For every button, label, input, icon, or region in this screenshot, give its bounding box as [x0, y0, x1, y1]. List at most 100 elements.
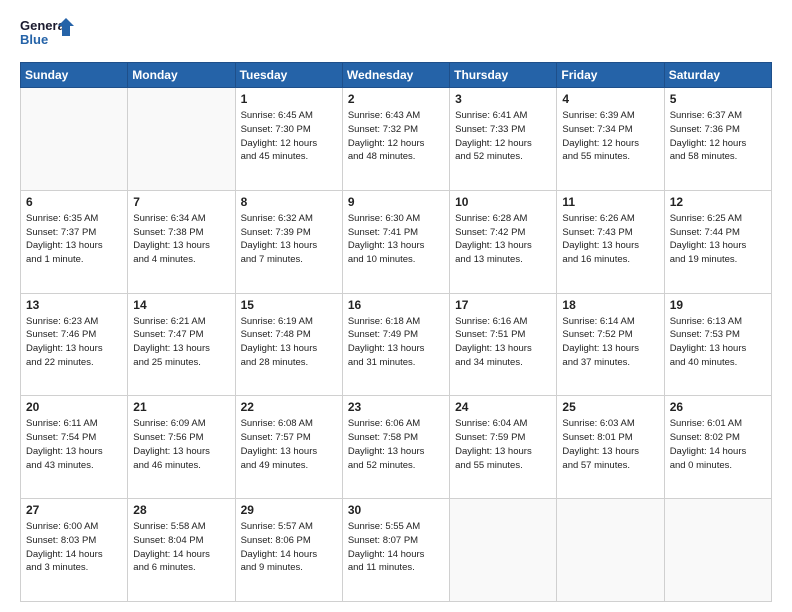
day-cell: 18 Sunrise: 6:14 AM Sunset: 7:52 PM Dayli…	[557, 293, 664, 396]
day-cell: 12 Sunrise: 6:25 AM Sunset: 7:44 PM Dayli…	[664, 190, 771, 293]
day-info: Sunrise: 6:37 AM Sunset: 7:36 PM Dayligh…	[670, 109, 766, 164]
day-cell	[128, 88, 235, 191]
day-info: Sunrise: 6:28 AM Sunset: 7:42 PM Dayligh…	[455, 212, 551, 267]
day-number: 12	[670, 195, 766, 209]
day-info: Sunrise: 6:13 AM Sunset: 7:53 PM Dayligh…	[670, 315, 766, 370]
day-number: 5	[670, 92, 766, 106]
day-cell: 30 Sunrise: 5:55 AM Sunset: 8:07 PM Dayli…	[342, 499, 449, 602]
col-header-tuesday: Tuesday	[235, 63, 342, 88]
day-info: Sunrise: 6:35 AM Sunset: 7:37 PM Dayligh…	[26, 212, 122, 267]
day-number: 20	[26, 400, 122, 414]
day-info: Sunrise: 6:18 AM Sunset: 7:49 PM Dayligh…	[348, 315, 444, 370]
day-number: 30	[348, 503, 444, 517]
day-cell: 3 Sunrise: 6:41 AM Sunset: 7:33 PM Daylig…	[450, 88, 557, 191]
day-cell: 2Sunrise: 6:43 AM Sunset: 7:32 PM Daylig…	[342, 88, 449, 191]
day-number: 29	[241, 503, 337, 517]
day-cell	[450, 499, 557, 602]
day-cell: 25 Sunrise: 6:03 AM Sunset: 8:01 PM Dayli…	[557, 396, 664, 499]
day-cell: 8 Sunrise: 6:32 AM Sunset: 7:39 PM Daylig…	[235, 190, 342, 293]
day-cell	[557, 499, 664, 602]
day-info: Sunrise: 6:32 AM Sunset: 7:39 PM Dayligh…	[241, 212, 337, 267]
day-number: 9	[348, 195, 444, 209]
day-info: Sunrise: 6:45 AM Sunset: 7:30 PM Dayligh…	[241, 109, 337, 164]
day-cell: 20 Sunrise: 6:11 AM Sunset: 7:54 PM Dayli…	[21, 396, 128, 499]
day-info: Sunrise: 6:11 AM Sunset: 7:54 PM Dayligh…	[26, 417, 122, 472]
day-cell: 21 Sunrise: 6:09 AM Sunset: 7:56 PM Dayli…	[128, 396, 235, 499]
day-cell: 26Sunrise: 6:01 AM Sunset: 8:02 PM Dayli…	[664, 396, 771, 499]
day-number: 21	[133, 400, 229, 414]
day-number: 8	[241, 195, 337, 209]
week-row-3: 13 Sunrise: 6:23 AM Sunset: 7:46 PM Dayli…	[21, 293, 772, 396]
svg-text:Blue: Blue	[20, 32, 48, 47]
day-cell: 7 Sunrise: 6:34 AM Sunset: 7:38 PM Daylig…	[128, 190, 235, 293]
day-number: 10	[455, 195, 551, 209]
day-info: Sunrise: 6:04 AM Sunset: 7:59 PM Dayligh…	[455, 417, 551, 472]
day-info: Sunrise: 6:30 AM Sunset: 7:41 PM Dayligh…	[348, 212, 444, 267]
day-number: 7	[133, 195, 229, 209]
day-info: Sunrise: 5:57 AM Sunset: 8:06 PM Dayligh…	[241, 520, 337, 575]
day-cell: 10 Sunrise: 6:28 AM Sunset: 7:42 PM Dayli…	[450, 190, 557, 293]
day-info: Sunrise: 6:00 AM Sunset: 8:03 PM Dayligh…	[26, 520, 122, 575]
day-info: Sunrise: 6:25 AM Sunset: 7:44 PM Dayligh…	[670, 212, 766, 267]
day-info: Sunrise: 6:03 AM Sunset: 8:01 PM Dayligh…	[562, 417, 658, 472]
day-number: 22	[241, 400, 337, 414]
day-info: Sunrise: 6:21 AM Sunset: 7:47 PM Dayligh…	[133, 315, 229, 370]
day-cell: 4Sunrise: 6:39 AM Sunset: 7:34 PM Daylig…	[557, 88, 664, 191]
day-cell: 6 Sunrise: 6:35 AM Sunset: 7:37 PM Daylig…	[21, 190, 128, 293]
day-info: Sunrise: 6:41 AM Sunset: 7:33 PM Dayligh…	[455, 109, 551, 164]
day-cell: 17 Sunrise: 6:16 AM Sunset: 7:51 PM Dayli…	[450, 293, 557, 396]
day-number: 18	[562, 298, 658, 312]
col-header-sunday: Sunday	[21, 63, 128, 88]
day-info: Sunrise: 6:23 AM Sunset: 7:46 PM Dayligh…	[26, 315, 122, 370]
day-info: Sunrise: 6:01 AM Sunset: 8:02 PM Dayligh…	[670, 417, 766, 472]
logo: GeneralBlue	[20, 16, 80, 52]
day-cell: 22 Sunrise: 6:08 AM Sunset: 7:57 PM Dayli…	[235, 396, 342, 499]
day-number: 28	[133, 503, 229, 517]
calendar-table: SundayMondayTuesdayWednesdayThursdayFrid…	[20, 62, 772, 602]
week-row-1: 1 Sunrise: 6:45 AM Sunset: 7:30 PM Daylig…	[21, 88, 772, 191]
day-number: 24	[455, 400, 551, 414]
day-cell: 27 Sunrise: 6:00 AM Sunset: 8:03 PM Dayli…	[21, 499, 128, 602]
day-info: Sunrise: 5:58 AM Sunset: 8:04 PM Dayligh…	[133, 520, 229, 575]
day-cell: 23Sunrise: 6:06 AM Sunset: 7:58 PM Dayli…	[342, 396, 449, 499]
week-row-5: 27 Sunrise: 6:00 AM Sunset: 8:03 PM Dayli…	[21, 499, 772, 602]
day-number: 14	[133, 298, 229, 312]
day-number: 11	[562, 195, 658, 209]
page: GeneralBlue SundayMondayTuesdayWednesday…	[0, 0, 792, 612]
header: GeneralBlue	[20, 16, 772, 52]
day-number: 25	[562, 400, 658, 414]
day-cell: 29 Sunrise: 5:57 AM Sunset: 8:06 PM Dayli…	[235, 499, 342, 602]
day-cell: 28 Sunrise: 5:58 AM Sunset: 8:04 PM Dayli…	[128, 499, 235, 602]
day-cell: 14 Sunrise: 6:21 AM Sunset: 7:47 PM Dayli…	[128, 293, 235, 396]
day-number: 15	[241, 298, 337, 312]
day-info: Sunrise: 6:26 AM Sunset: 7:43 PM Dayligh…	[562, 212, 658, 267]
day-info: Sunrise: 6:06 AM Sunset: 7:58 PM Dayligh…	[348, 417, 444, 472]
day-info: Sunrise: 5:55 AM Sunset: 8:07 PM Dayligh…	[348, 520, 444, 575]
week-row-4: 20 Sunrise: 6:11 AM Sunset: 7:54 PM Dayli…	[21, 396, 772, 499]
day-info: Sunrise: 6:09 AM Sunset: 7:56 PM Dayligh…	[133, 417, 229, 472]
day-cell: 24 Sunrise: 6:04 AM Sunset: 7:59 PM Dayli…	[450, 396, 557, 499]
day-info: Sunrise: 6:19 AM Sunset: 7:48 PM Dayligh…	[241, 315, 337, 370]
day-number: 17	[455, 298, 551, 312]
day-cell	[21, 88, 128, 191]
day-number: 4	[562, 92, 658, 106]
day-cell: 16Sunrise: 6:18 AM Sunset: 7:49 PM Dayli…	[342, 293, 449, 396]
day-cell: 5 Sunrise: 6:37 AM Sunset: 7:36 PM Daylig…	[664, 88, 771, 191]
col-header-wednesday: Wednesday	[342, 63, 449, 88]
day-number: 19	[670, 298, 766, 312]
day-number: 13	[26, 298, 122, 312]
day-info: Sunrise: 6:34 AM Sunset: 7:38 PM Dayligh…	[133, 212, 229, 267]
calendar-header-row: SundayMondayTuesdayWednesdayThursdayFrid…	[21, 63, 772, 88]
logo-svg: GeneralBlue	[20, 16, 80, 52]
day-number: 1	[241, 92, 337, 106]
col-header-monday: Monday	[128, 63, 235, 88]
day-number: 27	[26, 503, 122, 517]
day-cell	[664, 499, 771, 602]
day-cell: 19 Sunrise: 6:13 AM Sunset: 7:53 PM Dayli…	[664, 293, 771, 396]
day-number: 6	[26, 195, 122, 209]
day-info: Sunrise: 6:16 AM Sunset: 7:51 PM Dayligh…	[455, 315, 551, 370]
day-info: Sunrise: 6:08 AM Sunset: 7:57 PM Dayligh…	[241, 417, 337, 472]
day-number: 3	[455, 92, 551, 106]
day-number: 2	[348, 92, 444, 106]
day-info: Sunrise: 6:14 AM Sunset: 7:52 PM Dayligh…	[562, 315, 658, 370]
